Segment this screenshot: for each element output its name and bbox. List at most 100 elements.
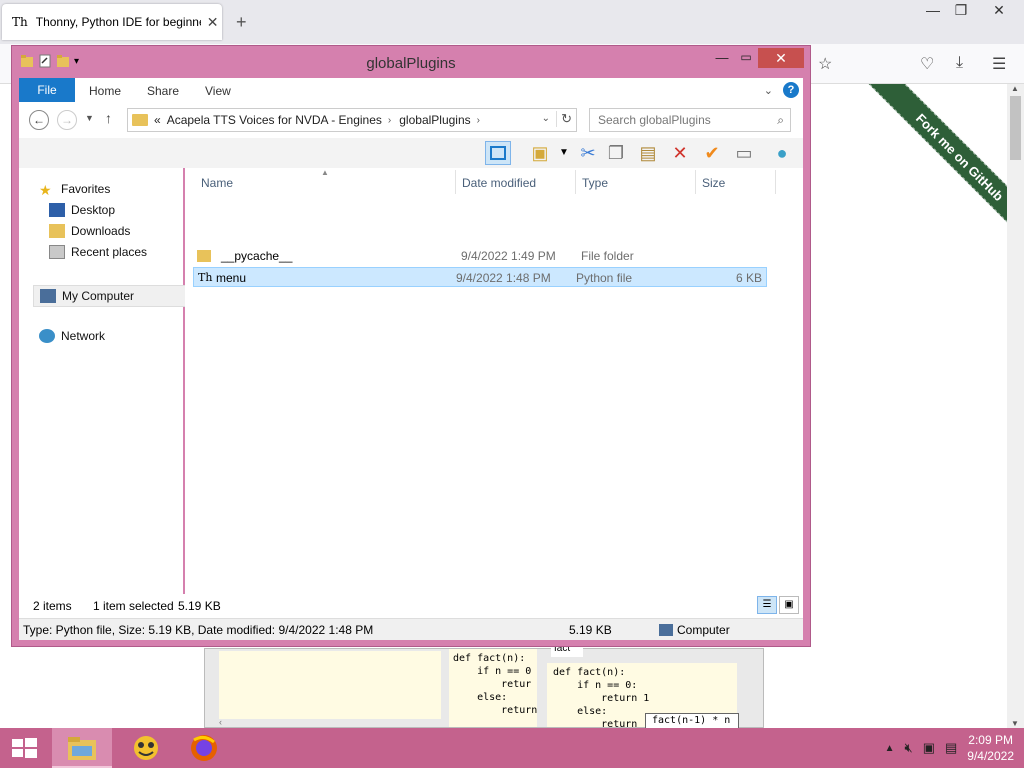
globe-icon[interactable]: ● (769, 141, 795, 165)
maximize-button[interactable]: ▭ (734, 50, 758, 68)
title-bar[interactable]: ▾ globalPlugins — ▭ ✕ (12, 46, 810, 78)
sort-ascending-icon: ▲ (321, 168, 329, 177)
volume-muted-icon[interactable]: 🔇︎ (904, 740, 912, 756)
recent-locations-icon[interactable]: ▼ (85, 113, 94, 123)
large-icons-view-icon[interactable]: ▣ (779, 596, 799, 614)
chevron-right-icon[interactable]: › (388, 115, 391, 126)
nav-downloads[interactable]: Downloads (49, 224, 130, 238)
breadcrumb-engines[interactable]: Acapela TTS Voices for NVDA - Engines (167, 113, 382, 127)
download-icon[interactable]: ⤓ (956, 54, 963, 72)
search-icon[interactable]: ⌕ (777, 113, 784, 128)
navigation-pane: ★ Favorites Desktop Downloads Recent pla… (19, 168, 189, 618)
chevron-down-icon[interactable]: ▼ (551, 141, 577, 165)
browser-minimize-button[interactable]: — (918, 2, 948, 20)
nav-favorites[interactable]: ★ Favorites (39, 182, 110, 198)
nav-label: Desktop (71, 203, 116, 217)
taskbar: ▲ 🔇︎ ▣ ▤ 2:09 PM 9/4/2022 (0, 728, 1024, 768)
nav-recent-places[interactable]: Recent places (49, 245, 147, 259)
tab-share[interactable]: Share (147, 84, 179, 98)
nav-label: Recent places (71, 245, 148, 259)
column-type[interactable]: Type (582, 176, 608, 190)
paste-icon[interactable]: ▤ (635, 141, 661, 165)
scrollbar-thumb[interactable] (1010, 96, 1021, 160)
browser-tab[interactable]: Th Thonny, Python IDE for beginne ✕ (2, 4, 222, 40)
column-divider[interactable] (775, 170, 776, 194)
thonny-code-pane[interactable]: def fact(n): if n == 0 retur else: retur… (449, 649, 537, 727)
up-icon[interactable]: ↑ (105, 110, 112, 126)
taskbar-smiley-app[interactable] (116, 728, 176, 768)
item-count: 2 items (33, 599, 72, 613)
check-icon[interactable]: ✔ (699, 141, 725, 165)
taskbar-explorer[interactable] (52, 728, 112, 768)
tab-home[interactable]: Home (89, 84, 121, 98)
tab-view[interactable]: View (205, 84, 231, 98)
properties-folder-icon[interactable]: ▣ (527, 141, 553, 165)
nav-my-computer[interactable]: My Computer (33, 285, 189, 307)
chevron-up-icon[interactable]: ▲ (885, 743, 895, 754)
column-name[interactable]: Name (201, 176, 233, 190)
details-view-icon[interactable]: ☰ (757, 596, 777, 614)
minimize-button[interactable]: — (710, 50, 734, 68)
chevron-down-icon[interactable]: ⌄ (542, 113, 550, 124)
folder-icon (197, 250, 211, 262)
thonny-shell-pane[interactable] (219, 651, 441, 719)
network-status-icon[interactable]: ▣ (923, 740, 935, 756)
close-button[interactable]: ✕ (758, 48, 804, 68)
ribbon-right-controls: ⌄ ? (764, 82, 799, 98)
column-divider[interactable] (575, 170, 576, 194)
details-size: 5.19 KB (569, 623, 612, 637)
rename-icon[interactable]: ▭ (731, 141, 757, 165)
nav-desktop[interactable]: Desktop (49, 203, 115, 217)
browser-scrollbar[interactable]: ▲ ▼ (1007, 84, 1024, 728)
file-date: 9/4/2022 1:48 PM (456, 271, 551, 285)
cut-icon[interactable]: ✂ (575, 141, 601, 165)
nav-network[interactable]: Network (39, 329, 105, 343)
copy-icon[interactable]: ❐ (603, 141, 629, 165)
help-icon[interactable]: ? (783, 82, 799, 98)
column-date-modified[interactable]: Date modified (462, 176, 536, 190)
browser-maximize-button[interactable]: ❐ (946, 2, 976, 20)
file-date: 9/4/2022 1:49 PM (461, 249, 556, 263)
delete-icon[interactable]: ✕ (667, 141, 693, 165)
breadcrumb-globalplugins[interactable]: globalPlugins (399, 113, 470, 127)
expand-ribbon-icon[interactable]: ⌄ (764, 84, 773, 97)
thonny-editor-area: ‹ def fact(n): if n == 0 retur else: ret… (204, 643, 764, 729)
close-tab-icon[interactable]: ✕ (207, 14, 219, 31)
preview-pane-icon[interactable] (485, 141, 511, 165)
file-name: __pycache__ (221, 249, 293, 263)
column-divider[interactable] (695, 170, 696, 194)
scroll-down-icon[interactable]: ▼ (1011, 719, 1019, 728)
back-icon[interactable]: ← (29, 110, 49, 130)
tab-file[interactable]: File (19, 78, 75, 102)
address-bar[interactable]: « Acapela TTS Voices for NVDA - Engines … (127, 108, 577, 132)
taskbar-firefox[interactable] (180, 728, 240, 768)
fork-me-ribbon[interactable]: Fork me on GitHub (858, 84, 1007, 244)
nav-label: My Computer (62, 289, 135, 303)
browser-close-button[interactable]: ✕ (984, 2, 1014, 20)
refresh-icon[interactable]: ↻ (556, 111, 572, 127)
downloads-folder-icon (49, 224, 65, 238)
explorer-window: ▾ globalPlugins — ▭ ✕ File Home Share Vi… (11, 45, 811, 647)
action-center-icon[interactable]: ▤ (945, 740, 957, 756)
star-icon[interactable]: ☆ (818, 54, 832, 74)
clock-date: 9/4/2022 (967, 749, 1014, 763)
pocket-icon[interactable]: ♡ (920, 54, 934, 74)
table-row[interactable]: Th menu 9/4/2022 1:48 PM Python file 6 K… (193, 267, 767, 287)
chevron-right-icon[interactable]: › (477, 115, 480, 126)
forward-icon[interactable]: → (57, 110, 77, 130)
address-overflow[interactable]: « (154, 113, 161, 127)
start-button[interactable] (0, 728, 48, 768)
recent-places-icon (49, 245, 65, 259)
new-tab-button[interactable]: + (236, 12, 247, 33)
scroll-up-icon[interactable]: ▲ (1011, 84, 1019, 93)
network-icon (39, 329, 55, 343)
nav-label: Downloads (71, 224, 131, 238)
clock[interactable]: 2:09 PM 9/4/2022 (967, 732, 1014, 764)
folder-icon (132, 114, 148, 126)
menu-icon[interactable]: ☰ (992, 54, 1006, 74)
thonny-hscroll[interactable]: ‹ (219, 717, 441, 727)
column-divider[interactable] (455, 170, 456, 194)
column-size[interactable]: Size (702, 176, 725, 190)
search-input[interactable]: Search globalPlugins ⌕ (589, 108, 791, 132)
table-row[interactable]: __pycache__ 9/4/2022 1:49 PM File folder (193, 246, 767, 266)
